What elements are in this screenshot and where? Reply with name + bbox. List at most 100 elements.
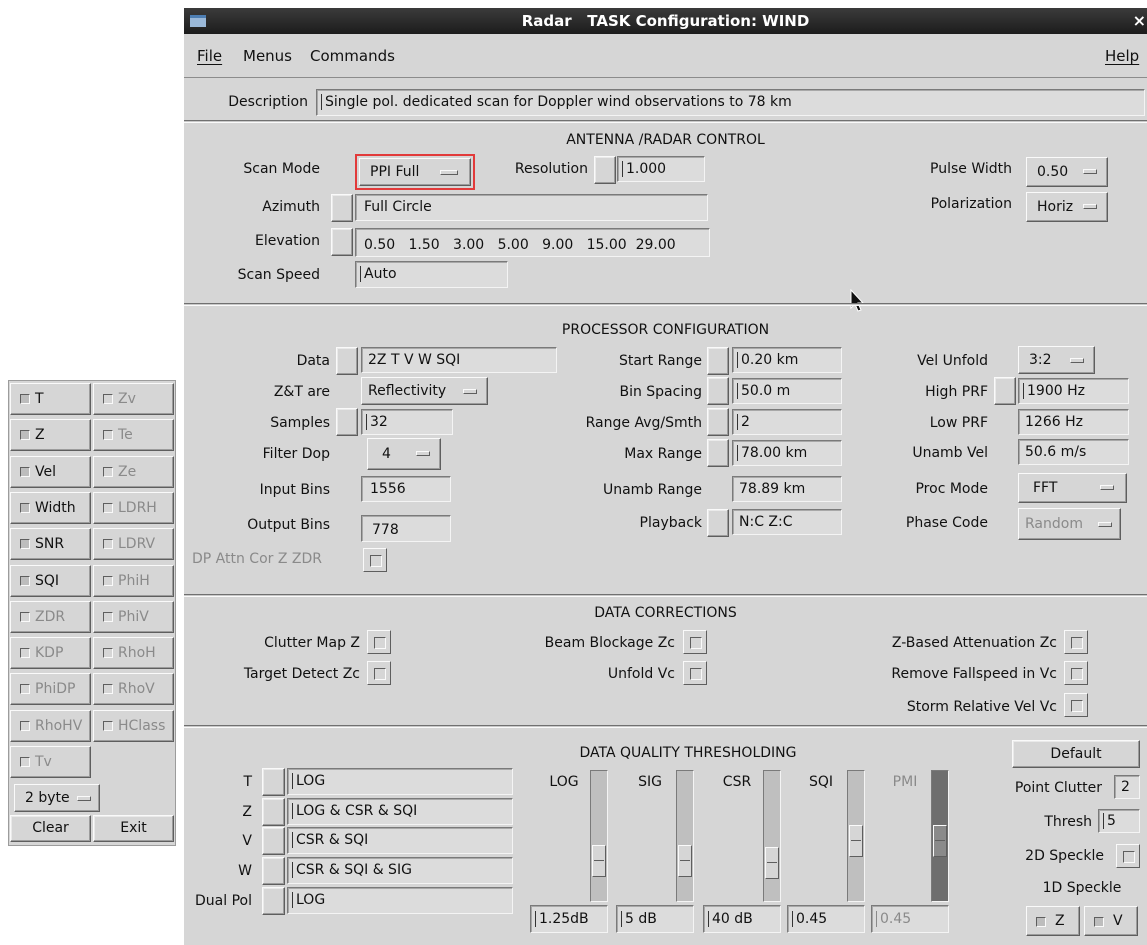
moment-toggle-kdp[interactable]: KDP <box>10 637 91 670</box>
exit-button[interactable]: Exit <box>93 815 174 842</box>
moment-toggle-rhohv[interactable]: RhoHV <box>10 709 91 742</box>
moment-toggle-rhov[interactable]: RhoV <box>93 673 174 706</box>
slider-value-field[interactable]: 0.45 <box>787 905 865 933</box>
azimuth-field[interactable]: Full Circle <box>355 194 708 221</box>
threshold-row-button[interactable] <box>262 827 285 856</box>
menu-file[interactable]: File <box>197 47 222 65</box>
moment-toggle-zdr[interactable]: ZDR <box>10 600 91 633</box>
threshold-row-button[interactable] <box>262 797 285 826</box>
moment-toggle-rhoh[interactable]: RhoH <box>93 637 174 670</box>
start-range-button[interactable] <box>707 347 729 375</box>
byte-size-option[interactable]: 2 byte <box>14 784 100 812</box>
elevation-field[interactable]: 0.50 1.50 3.00 5.00 9.00 15.00 29.00 <box>355 228 710 257</box>
threshold-slider[interactable] <box>590 770 608 902</box>
data-button[interactable] <box>336 347 358 375</box>
moment-toggle-zv[interactable]: Zv <box>93 383 174 415</box>
threshold-row-field[interactable]: LOG & CSR & SQI <box>287 797 513 825</box>
z-atten-checkbox[interactable] <box>1064 630 1088 654</box>
moment-toggle-ldrv[interactable]: LDRV <box>93 528 174 561</box>
moment-toggle-phih[interactable]: PhiH <box>93 564 174 597</box>
vel-unfold-option[interactable]: 3:2 <box>1018 346 1095 374</box>
moment-toggle-tv[interactable]: Tv <box>10 746 91 778</box>
scan-mode-option[interactable]: PPI Full <box>359 158 471 186</box>
threshold-row-field[interactable]: LOG <box>287 886 513 914</box>
resolution-button[interactable] <box>594 156 616 184</box>
phase-code-option[interactable]: Random <box>1018 508 1121 540</box>
bin-spacing-button[interactable] <box>707 377 729 405</box>
azimuth-button[interactable] <box>331 194 353 222</box>
threshold-slider[interactable] <box>847 770 865 902</box>
range-avg-field[interactable]: 2 <box>732 409 842 435</box>
filter-dop-option[interactable]: 4 <box>367 438 441 470</box>
data-field[interactable]: 2Z T V W SQI <box>361 347 557 373</box>
point-clutter-field[interactable]: 2 <box>1114 775 1140 799</box>
playback-button[interactable] <box>707 509 729 537</box>
polarization-value: Horiz <box>1037 199 1074 215</box>
high-prf-field[interactable]: 1900 Hz <box>1018 378 1129 404</box>
threshold-row-button[interactable] <box>262 857 285 886</box>
slider-value-field[interactable]: 1.25dB <box>530 905 608 933</box>
threshold-row-button[interactable] <box>262 768 285 796</box>
resolution-field[interactable]: 1.000 <box>617 156 705 182</box>
slider-thumb[interactable] <box>933 824 947 857</box>
threshold-slider[interactable] <box>676 770 694 902</box>
scan-speed-field[interactable]: Auto <box>355 261 508 288</box>
description-field[interactable]: Single pol. dedicated scan for Doppler w… <box>316 89 1145 116</box>
threshold-row-button[interactable] <box>262 886 285 915</box>
threshold-slider[interactable] <box>931 770 949 902</box>
threshold-row-field[interactable]: CSR & SQI & SIG <box>287 857 513 885</box>
moment-toggle-snr[interactable]: SNR <box>10 528 91 561</box>
threshold-row-field[interactable]: LOG <box>287 768 513 795</box>
samples-field[interactable]: 32 <box>361 409 453 435</box>
max-range-button[interactable] <box>707 439 729 467</box>
bin-spacing-field[interactable]: 50.0 m <box>732 378 842 404</box>
polarization-option[interactable]: Horiz <box>1026 192 1108 222</box>
moment-toggle-hclass[interactable]: HClass <box>93 709 174 742</box>
moment-toggle-phiv[interactable]: PhiV <box>93 600 174 633</box>
unfold-vc-checkbox[interactable] <box>683 661 707 685</box>
speckle-v-toggle[interactable]: V <box>1084 906 1138 936</box>
dp-attn-checkbox[interactable] <box>363 548 387 572</box>
moment-toggle-z[interactable]: Z <box>10 419 91 452</box>
max-range-field[interactable]: 78.00 km <box>732 440 842 466</box>
start-range-field[interactable]: 0.20 km <box>732 347 842 373</box>
slider-value-field[interactable]: 0.45 <box>871 905 949 933</box>
threshold-row-field[interactable]: CSR & SQI <box>287 827 513 855</box>
moment-toggle-ze[interactable]: Ze <box>93 455 174 488</box>
close-icon[interactable]: × <box>1128 12 1146 30</box>
elevation-button[interactable] <box>331 228 353 256</box>
speckle-z-toggle[interactable]: Z <box>1026 906 1080 936</box>
slider-thumb[interactable] <box>592 844 606 877</box>
moment-toggle-phidp[interactable]: PhiDP <box>10 673 91 706</box>
slider-thumb[interactable] <box>765 847 779 880</box>
moment-toggle-vel[interactable]: Vel <box>10 455 91 488</box>
fallspeed-checkbox[interactable] <box>1064 661 1088 685</box>
thresh-field[interactable]: 5 <box>1098 809 1140 833</box>
clear-button[interactable]: Clear <box>10 815 91 842</box>
proc-mode-option[interactable]: FFT <box>1018 473 1127 503</box>
clutter-map-checkbox[interactable] <box>367 630 391 654</box>
slider-thumb[interactable] <box>849 824 863 857</box>
target-detect-checkbox[interactable] <box>367 661 391 685</box>
moment-toggle-sqi[interactable]: SQI <box>10 564 91 597</box>
default-button[interactable]: Default <box>1012 740 1140 768</box>
moment-toggle-t[interactable]: T <box>10 383 91 415</box>
slider-thumb[interactable] <box>678 844 692 877</box>
moment-toggle-te[interactable]: Te <box>93 419 174 452</box>
moment-toggle-ldrh[interactable]: LDRH <box>93 491 174 524</box>
threshold-slider[interactable] <box>763 770 781 902</box>
high-prf-button[interactable] <box>994 377 1016 405</box>
moment-toggle-width[interactable]: Width <box>10 491 91 524</box>
beam-blockage-checkbox[interactable] <box>683 630 707 654</box>
slider-value-field[interactable]: 40 dB <box>703 905 781 933</box>
menu-help[interactable]: Help <box>1105 47 1139 65</box>
menu-menus[interactable]: Menus <box>243 47 292 65</box>
menu-commands[interactable]: Commands <box>310 47 395 65</box>
speckle2d-checkbox[interactable] <box>1116 844 1140 868</box>
zt-option[interactable]: Reflectivity <box>361 377 488 405</box>
samples-button[interactable] <box>336 408 358 436</box>
slider-value-field[interactable]: 5 dB <box>616 905 694 933</box>
range-avg-button[interactable] <box>707 408 729 436</box>
storm-rel-checkbox[interactable] <box>1064 693 1088 717</box>
pulse-width-option[interactable]: 0.50 <box>1026 157 1108 187</box>
